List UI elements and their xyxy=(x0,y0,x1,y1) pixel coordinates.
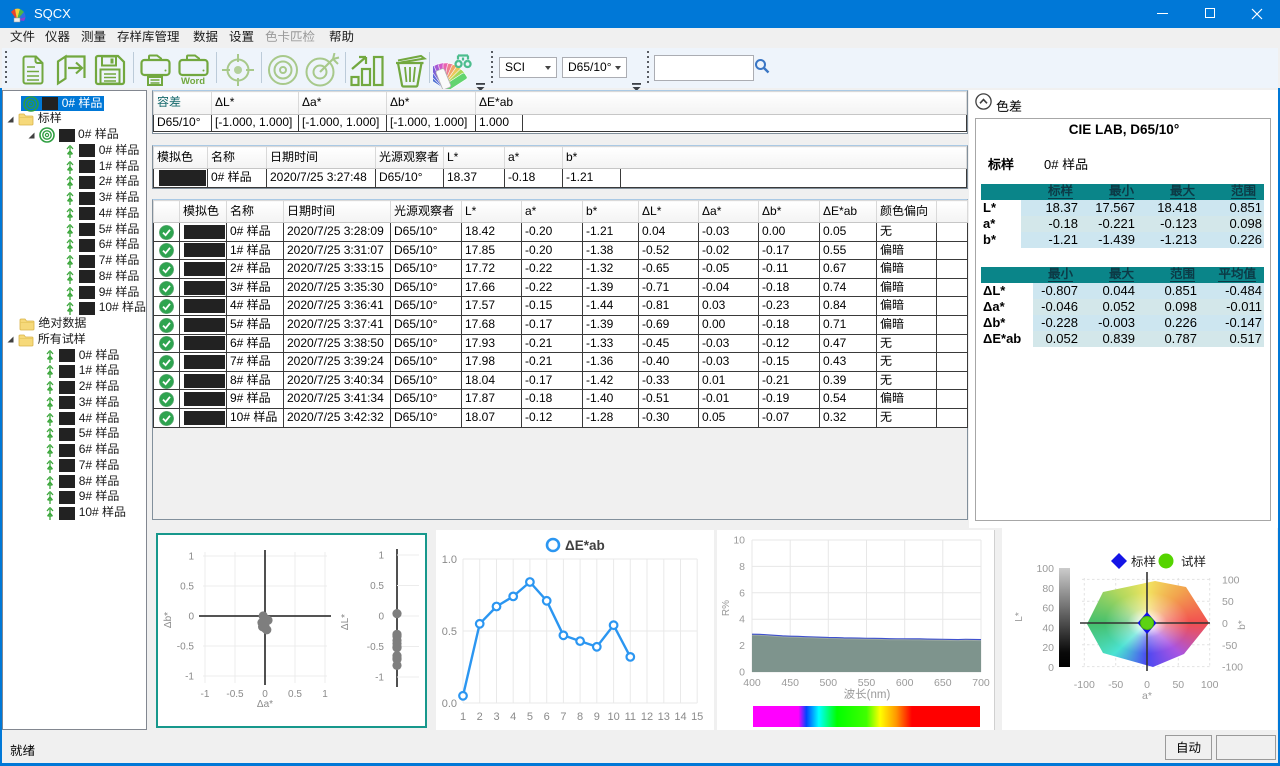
svg-text:10: 10 xyxy=(733,535,745,547)
svg-text:3: 3 xyxy=(493,711,499,723)
svg-text:Word: Word xyxy=(181,76,205,87)
svg-text:100: 100 xyxy=(1036,563,1054,575)
svg-text:1: 1 xyxy=(460,711,466,723)
svg-text:Δb*: Δb* xyxy=(163,612,174,628)
svg-text:20: 20 xyxy=(1042,642,1054,654)
svg-text:b*: b* xyxy=(1237,620,1248,630)
svg-text:标样: 标样 xyxy=(1131,555,1156,569)
svg-text:4: 4 xyxy=(510,711,516,723)
svg-text:ΔL*: ΔL* xyxy=(340,614,351,630)
svg-text:-1: -1 xyxy=(185,672,194,683)
svg-text:1: 1 xyxy=(378,551,384,562)
svg-text:L*: L* xyxy=(1014,612,1025,622)
svg-text:0: 0 xyxy=(1222,618,1228,630)
svg-text:50: 50 xyxy=(1222,596,1234,608)
svg-text:-0.5: -0.5 xyxy=(367,642,385,653)
svg-text:-50: -50 xyxy=(1108,679,1123,691)
svg-text:-50: -50 xyxy=(1222,640,1237,652)
svg-text:-100: -100 xyxy=(1074,679,1095,691)
svg-text:700: 700 xyxy=(972,677,990,689)
svg-text:0.5: 0.5 xyxy=(442,626,457,638)
svg-text:2: 2 xyxy=(739,640,745,652)
svg-text:试样: 试样 xyxy=(1181,555,1206,569)
svg-text:8: 8 xyxy=(577,711,583,723)
svg-text:10: 10 xyxy=(607,711,619,723)
svg-text:15: 15 xyxy=(691,711,703,723)
svg-text:0: 0 xyxy=(378,612,384,623)
svg-text:0.5: 0.5 xyxy=(288,689,302,700)
svg-text:Δa*: Δa* xyxy=(257,699,273,710)
svg-text:6: 6 xyxy=(544,711,550,723)
svg-text:50: 50 xyxy=(1172,679,1184,691)
svg-text:9: 9 xyxy=(594,711,600,723)
svg-text:100: 100 xyxy=(1222,574,1240,586)
svg-text:1: 1 xyxy=(322,689,328,700)
svg-text:ΔE*ab: ΔE*ab xyxy=(565,538,605,553)
svg-text:450: 450 xyxy=(781,677,799,689)
svg-text:-100: -100 xyxy=(1222,662,1243,674)
svg-text:8: 8 xyxy=(739,561,745,573)
svg-text:0.0: 0.0 xyxy=(442,698,457,710)
svg-text:0.5: 0.5 xyxy=(180,582,194,593)
svg-text:5: 5 xyxy=(527,711,533,723)
svg-text:0: 0 xyxy=(188,612,194,623)
svg-text:400: 400 xyxy=(743,677,761,689)
svg-text:60: 60 xyxy=(1042,603,1054,615)
svg-text:R%: R% xyxy=(721,600,732,616)
svg-text:波长(nm): 波长(nm) xyxy=(844,688,891,701)
svg-text:0: 0 xyxy=(1048,662,1054,674)
svg-text:-1: -1 xyxy=(201,689,210,700)
svg-text:6: 6 xyxy=(739,587,745,599)
svg-text:100: 100 xyxy=(1201,679,1219,691)
svg-text:12: 12 xyxy=(641,711,653,723)
svg-text:650: 650 xyxy=(934,677,952,689)
svg-text:14: 14 xyxy=(674,711,686,723)
svg-text:11: 11 xyxy=(625,711,636,723)
svg-text:1.0: 1.0 xyxy=(442,554,457,566)
svg-text:-1: -1 xyxy=(375,673,384,684)
svg-text:550: 550 xyxy=(858,677,876,689)
svg-text:-0.5: -0.5 xyxy=(226,689,244,700)
svg-text:13: 13 xyxy=(658,711,670,723)
svg-text:a*: a* xyxy=(1142,690,1152,702)
svg-text:80: 80 xyxy=(1042,583,1054,595)
svg-text:-0.5: -0.5 xyxy=(177,642,195,653)
svg-text:0.5: 0.5 xyxy=(370,581,384,592)
svg-text:2: 2 xyxy=(477,711,483,723)
svg-text:500: 500 xyxy=(820,677,838,689)
svg-text:7: 7 xyxy=(560,711,566,723)
svg-text:600: 600 xyxy=(896,677,914,689)
svg-text:40: 40 xyxy=(1042,622,1054,634)
svg-text:1: 1 xyxy=(188,552,194,563)
svg-text:4: 4 xyxy=(739,614,745,626)
